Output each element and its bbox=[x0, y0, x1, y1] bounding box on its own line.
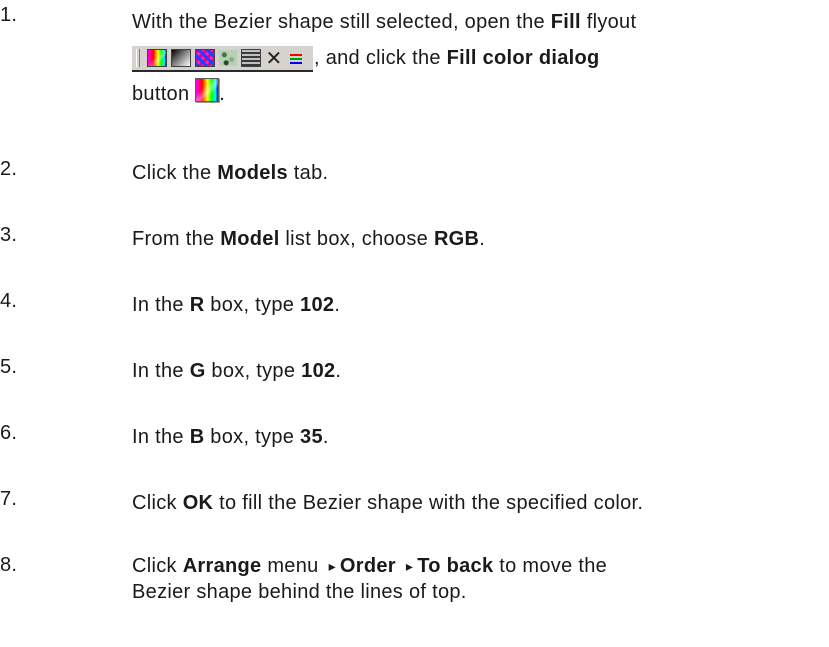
step-number: 7. bbox=[0, 488, 18, 510]
ui-term: G bbox=[189, 360, 206, 382]
ui-term: R bbox=[189, 294, 205, 316]
instruction-steps: 1. With the Bezier shape still selected,… bbox=[0, 0, 829, 647]
step-number: 3. bbox=[0, 224, 18, 246]
ui-term: To back bbox=[417, 555, 494, 577]
ui-term: Fill color dialog bbox=[446, 47, 600, 69]
step-number: 8. bbox=[0, 554, 18, 576]
step-text: In the G box, type 102. bbox=[132, 360, 342, 382]
postscript-fill-icon[interactable] bbox=[241, 49, 261, 67]
ui-term: B bbox=[189, 426, 205, 448]
step-text: Click OK to fill the Bezier shape with t… bbox=[132, 492, 644, 514]
step-number: 5. bbox=[0, 356, 18, 378]
step-number: 2. bbox=[0, 158, 18, 180]
step-text: From the Model list box, choose RGB. bbox=[132, 228, 486, 250]
menu-separator-arrow: ▸ bbox=[328, 558, 336, 574]
step-text: In the B box, type 35. bbox=[132, 426, 329, 448]
fill-color-dialog-button-icon bbox=[195, 78, 220, 102]
step-text: Click the Models tab. bbox=[132, 162, 329, 184]
menu-separator-arrow: ▸ bbox=[405, 558, 414, 574]
fill-color-dialog-icon[interactable] bbox=[147, 49, 167, 67]
ui-term: 102 bbox=[301, 360, 336, 382]
fill-flyout-toolbar: ✕ bbox=[132, 46, 313, 72]
toolbar-grip bbox=[136, 49, 140, 67]
step-text: With the Bezier shape still selected, op… bbox=[132, 11, 637, 105]
ui-term: RGB bbox=[433, 228, 480, 250]
texture-fill-icon[interactable] bbox=[219, 50, 237, 66]
pattern-fill-icon[interactable] bbox=[195, 49, 215, 67]
step-number: 1. bbox=[0, 4, 18, 26]
step-text: In the R box, type 102. bbox=[132, 294, 341, 316]
ui-term: Order bbox=[339, 555, 396, 577]
step-number: 4. bbox=[0, 290, 18, 312]
ui-term: OK bbox=[182, 492, 214, 514]
no-fill-icon[interactable]: ✕ bbox=[265, 48, 283, 68]
step-text: Click Arrange menu ▸ Order ▸ To back to move… bbox=[132, 555, 608, 603]
ui-term: 102 bbox=[300, 294, 335, 316]
ui-term: Arrange bbox=[182, 555, 262, 577]
ui-term: Models bbox=[217, 162, 288, 184]
color-docker-icon[interactable] bbox=[287, 50, 305, 66]
fountain-fill-icon[interactable] bbox=[171, 49, 191, 67]
step-number: 6. bbox=[0, 422, 18, 444]
ui-term: 35 bbox=[300, 426, 323, 448]
ui-term: Model bbox=[220, 228, 280, 250]
ui-term: Fill bbox=[550, 11, 581, 33]
